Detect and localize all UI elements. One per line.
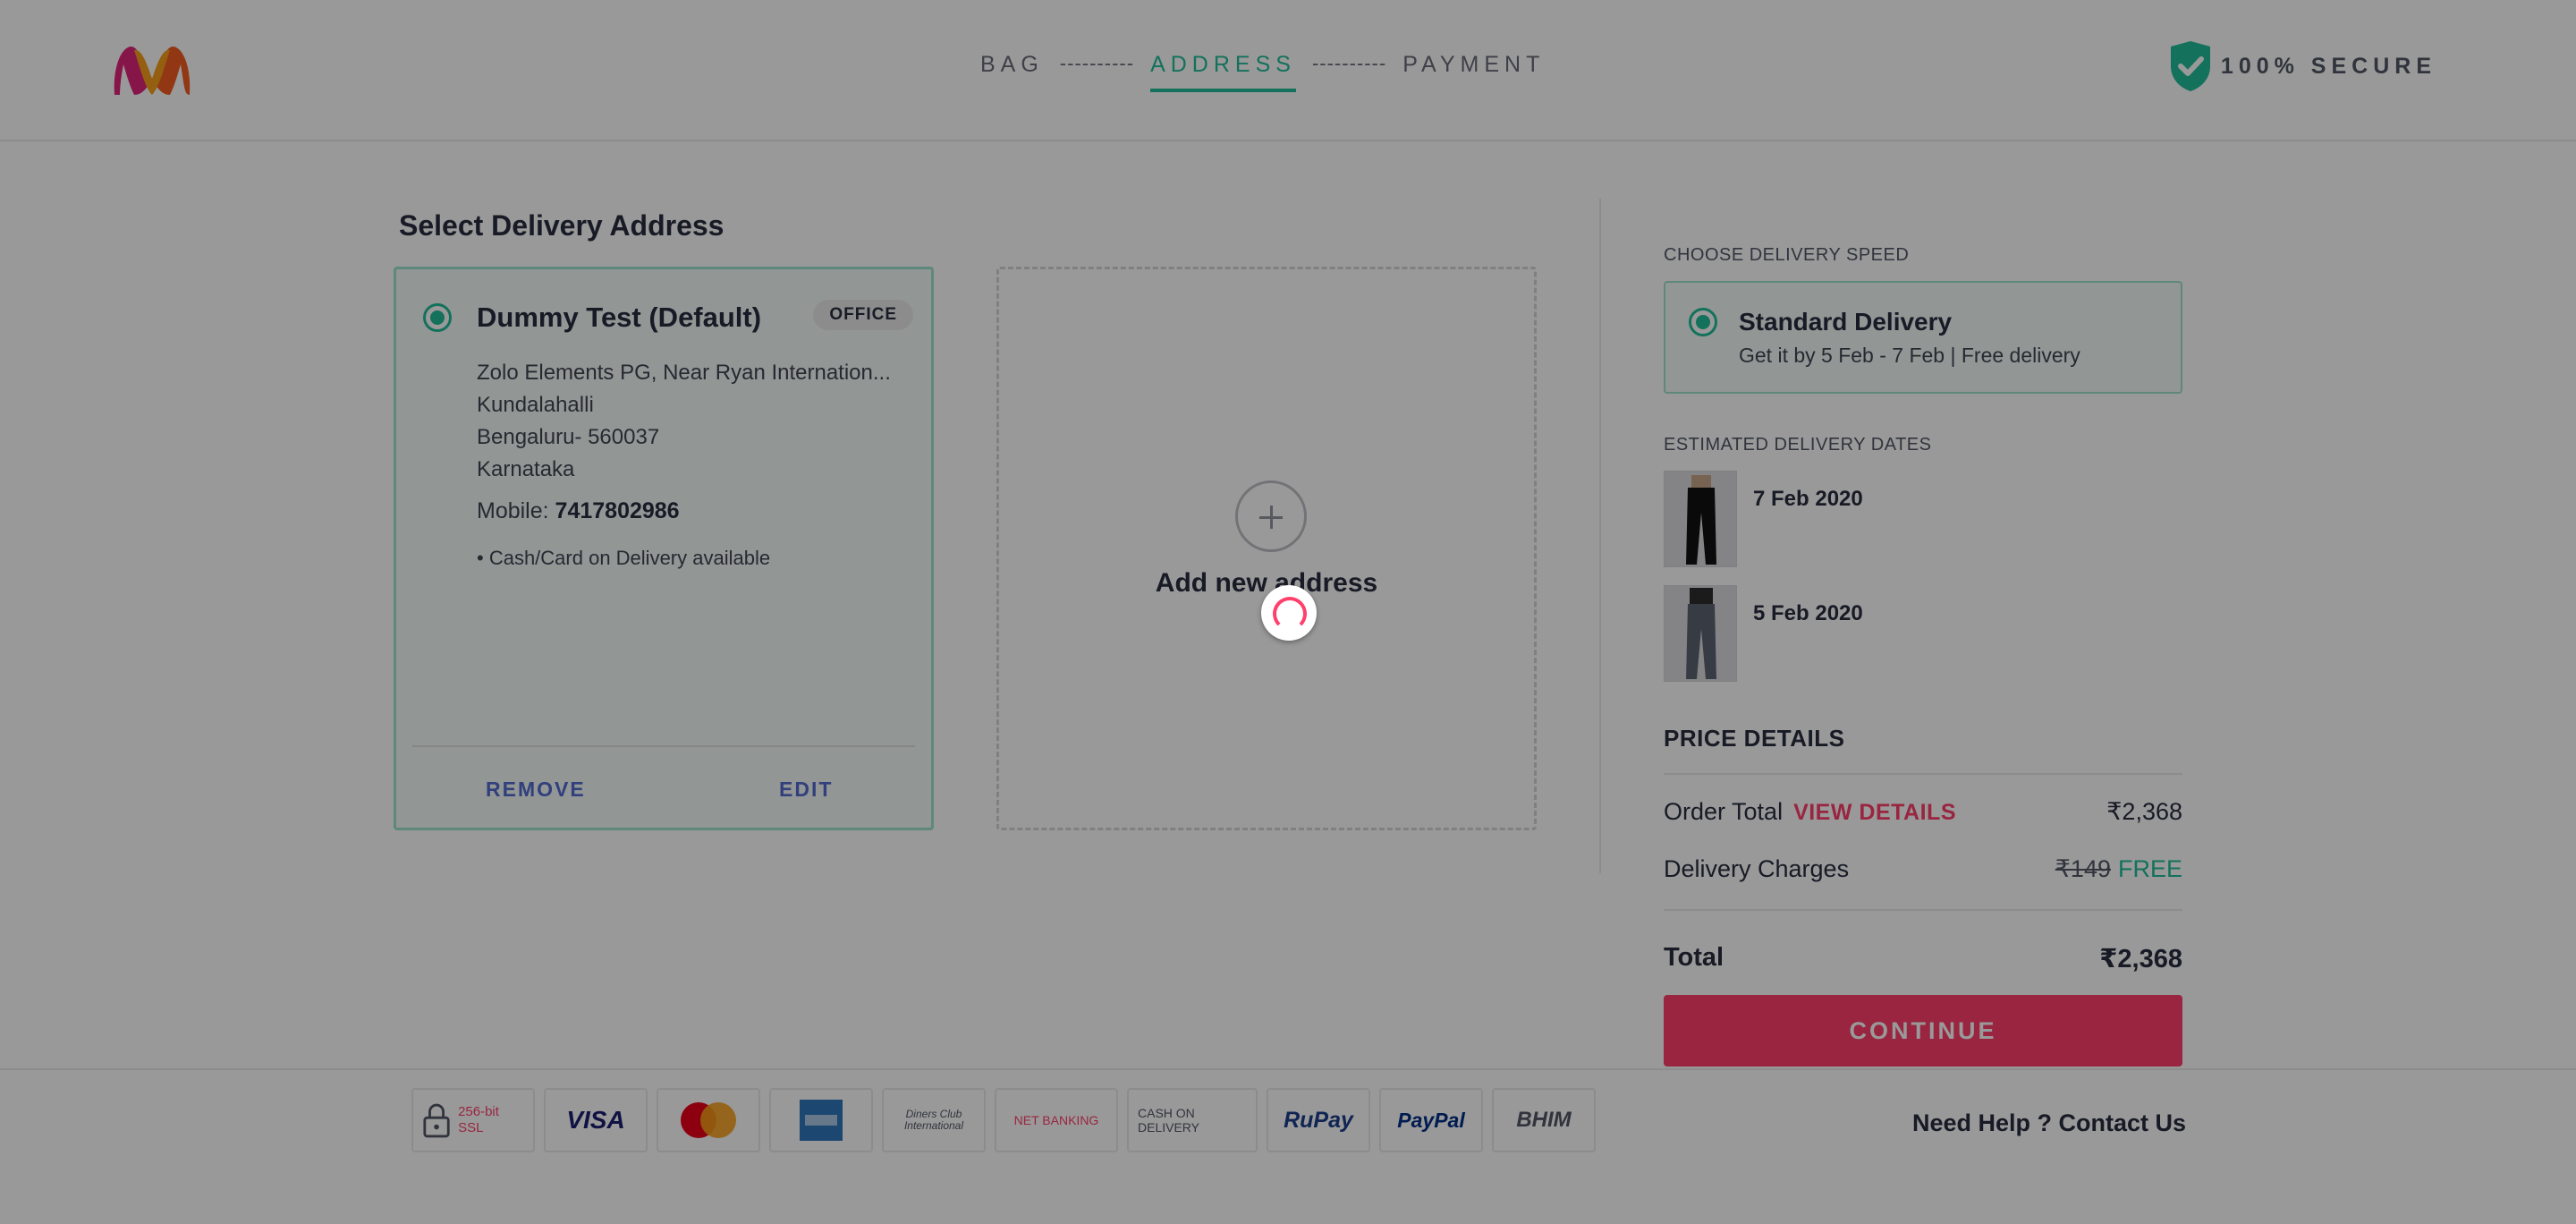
- loading-spinner-icon: [1261, 585, 1317, 641]
